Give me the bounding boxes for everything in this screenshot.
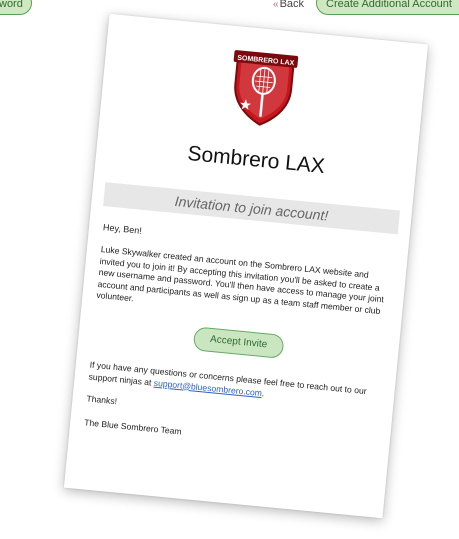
- invitation-banner: Invitation to join account!: [103, 182, 401, 235]
- organization-name: Sombrero LAX: [186, 141, 326, 179]
- sombrero-lax-logo: SOMBRERO LAX: [233, 50, 299, 126]
- email-body-paragraph: Luke Skywalker created an account on the…: [96, 244, 385, 316]
- contact-suffix: .: [261, 387, 265, 398]
- accept-invite-button[interactable]: Accept Invite: [192, 326, 285, 359]
- thanks-text: Thanks!: [86, 393, 118, 407]
- email-signature: The Blue Sombrero Team: [83, 417, 183, 437]
- contact-paragraph: If you have any questions or concerns pl…: [88, 360, 381, 411]
- email-greeting: Hey, Ben!: [102, 222, 143, 236]
- email-preview-area: SOMBRERO LAX Sombrero LAX Invitation to …: [0, 0, 459, 539]
- email-preview-sheet: SOMBRERO LAX Sombrero LAX Invitation to …: [63, 13, 429, 519]
